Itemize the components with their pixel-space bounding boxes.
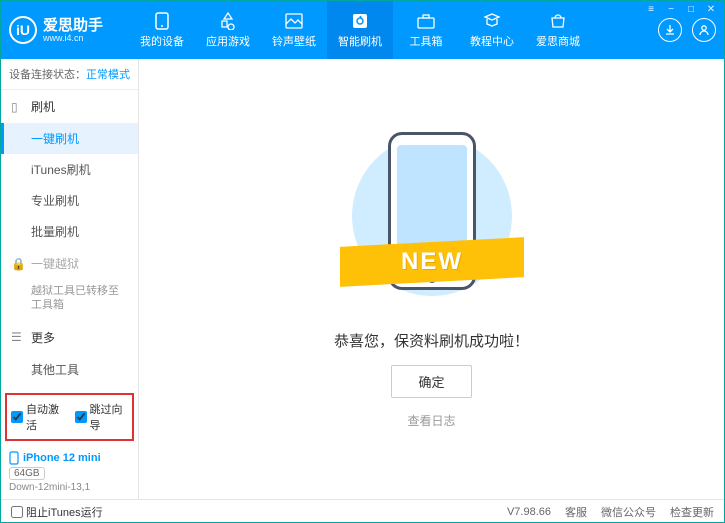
device-name: iPhone 12 mini [9, 451, 130, 465]
device-info[interactable]: iPhone 12 mini 64GB Down-12mini-13,1 [1, 445, 138, 499]
nav-store[interactable]: 爱思商城 [525, 1, 591, 59]
menu-icon[interactable]: ≡ [644, 3, 658, 15]
more-icon: ☰ [11, 330, 25, 344]
sidebar-group-flash[interactable]: ▯ 刷机 [1, 90, 138, 123]
sidebar-item-download-firmware[interactable]: 下载固件 [1, 385, 138, 389]
phone-icon: ▯ [11, 100, 25, 114]
checkbox-block-itunes[interactable]: 阻止iTunes运行 [11, 504, 103, 520]
success-illustration: NEW [352, 130, 512, 310]
sidebar-item-itunes-flash[interactable]: iTunes刷机 [1, 154, 138, 185]
sidebar-item-oneclick-flash[interactable]: 一键刷机 [1, 123, 138, 154]
nav-toolbox[interactable]: 工具箱 [393, 1, 459, 59]
wallpaper-icon [284, 12, 304, 30]
sidebar-group-more[interactable]: ☰ 更多 [1, 321, 138, 354]
jailbreak-note: 越狱工具已转移至工具箱 [1, 280, 138, 321]
device-status: 设备连接状态：正常模式 [1, 59, 138, 90]
storage-badge: 64GB [9, 467, 45, 480]
phone-icon [152, 12, 172, 30]
checkbox-auto-activate[interactable]: 自动激活 [11, 401, 65, 433]
logo-area: iU 爱思助手 www.i4.cn [9, 16, 129, 44]
success-message: 恭喜您，保资料刷机成功啦！ [334, 330, 529, 351]
main-nav: 我的设备 应用游戏 铃声壁纸 智能刷机 工具箱 教程中心 爱思商城 [129, 1, 658, 59]
phone-icon [9, 451, 19, 465]
flash-icon [350, 12, 370, 30]
nav-smart-flash[interactable]: 智能刷机 [327, 1, 393, 59]
logo-icon: iU [9, 16, 37, 44]
nav-apps-games[interactable]: 应用游戏 [195, 1, 261, 59]
header-right [658, 18, 716, 42]
sidebar-item-other-tools[interactable]: 其他工具 [1, 354, 138, 385]
sidebar-group-jailbreak[interactable]: 🔒 一键越狱 [1, 247, 138, 280]
tutorial-icon [482, 12, 502, 30]
checkbox-skip-guide[interactable]: 跳过向导 [75, 401, 129, 433]
sidebar-item-pro-flash[interactable]: 专业刷机 [1, 185, 138, 216]
apps-icon [218, 12, 238, 30]
lock-icon: 🔒 [11, 257, 25, 271]
ok-button[interactable]: 确定 [391, 365, 471, 398]
version-label: V7.98.66 [507, 506, 551, 518]
sidebar-list: ▯ 刷机 一键刷机 iTunes刷机 专业刷机 批量刷机 🔒 一键越狱 越狱工具… [1, 90, 138, 389]
minimize-icon[interactable]: − [664, 3, 678, 15]
nav-ringtone-wallpaper[interactable]: 铃声壁纸 [261, 1, 327, 59]
window-controls: ≡ − □ ✕ [644, 3, 718, 15]
maximize-icon[interactable]: □ [684, 3, 698, 15]
store-icon [548, 12, 568, 30]
sidebar-item-batch-flash[interactable]: 批量刷机 [1, 216, 138, 247]
toolbox-icon [416, 12, 436, 30]
flash-options: 自动激活 跳过向导 [5, 393, 134, 441]
view-log-link[interactable]: 查看日志 [407, 412, 455, 429]
close-icon[interactable]: ✕ [704, 3, 718, 15]
app-url: www.i4.cn [43, 33, 103, 43]
nav-tutorials[interactable]: 教程中心 [459, 1, 525, 59]
main-content: NEW 恭喜您，保资料刷机成功啦！ 确定 查看日志 [139, 59, 724, 499]
wechat-link[interactable]: 微信公众号 [601, 504, 656, 520]
app-header: ≡ − □ ✕ iU 爱思助手 www.i4.cn 我的设备 应用游戏 铃声壁纸… [1, 1, 724, 59]
body: 设备连接状态：正常模式 ▯ 刷机 一键刷机 iTunes刷机 专业刷机 批量刷机… [1, 59, 724, 499]
footer-left: 阻止iTunes运行 [11, 504, 103, 520]
check-update-link[interactable]: 检查更新 [670, 504, 714, 520]
download-button[interactable] [658, 18, 682, 42]
footer-right: V7.98.66 客服 微信公众号 检查更新 [507, 504, 714, 520]
nav-my-device[interactable]: 我的设备 [129, 1, 195, 59]
user-button[interactable] [692, 18, 716, 42]
customer-service-link[interactable]: 客服 [565, 504, 587, 520]
footer: 阻止iTunes运行 V7.98.66 客服 微信公众号 检查更新 [1, 499, 724, 523]
app-name: 爱思助手 [43, 18, 103, 33]
device-identifier: Down-12mini-13,1 [9, 482, 130, 493]
sidebar: 设备连接状态：正常模式 ▯ 刷机 一键刷机 iTunes刷机 专业刷机 批量刷机… [1, 59, 139, 499]
